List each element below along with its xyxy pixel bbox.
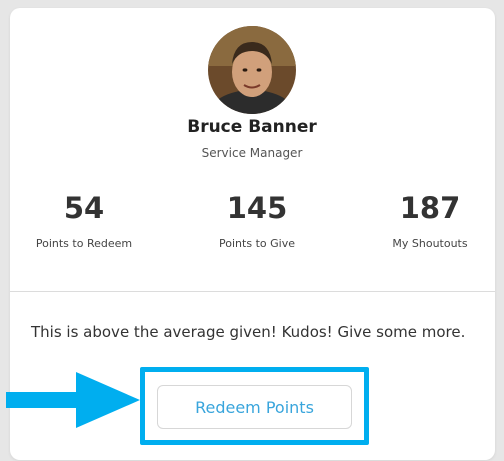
divider bbox=[10, 291, 495, 292]
redeem-points-button[interactable]: Redeem Points bbox=[157, 385, 352, 429]
avatar bbox=[208, 26, 296, 114]
stat-label: My Shoutouts bbox=[392, 237, 468, 250]
stat-label: Points to Redeem bbox=[35, 237, 133, 250]
profile-title: Service Manager bbox=[201, 146, 303, 160]
kudos-message: This is above the average given! Kudos! … bbox=[31, 323, 466, 341]
stat-my-shoutouts: 187 My Shoutouts bbox=[350, 191, 504, 250]
profile-name: Bruce Banner bbox=[187, 117, 317, 137]
stat-points-to-give: 145 Points to Give bbox=[177, 191, 337, 250]
stat-points-to-redeem: 54 Points to Redeem bbox=[4, 191, 164, 250]
avatar-image bbox=[208, 26, 296, 114]
pointer-arrow-icon bbox=[6, 372, 140, 428]
stat-label: Points to Give bbox=[219, 237, 295, 250]
stat-value: 145 bbox=[226, 191, 288, 225]
stat-value: 54 bbox=[63, 191, 105, 225]
stat-value: 187 bbox=[399, 191, 461, 225]
